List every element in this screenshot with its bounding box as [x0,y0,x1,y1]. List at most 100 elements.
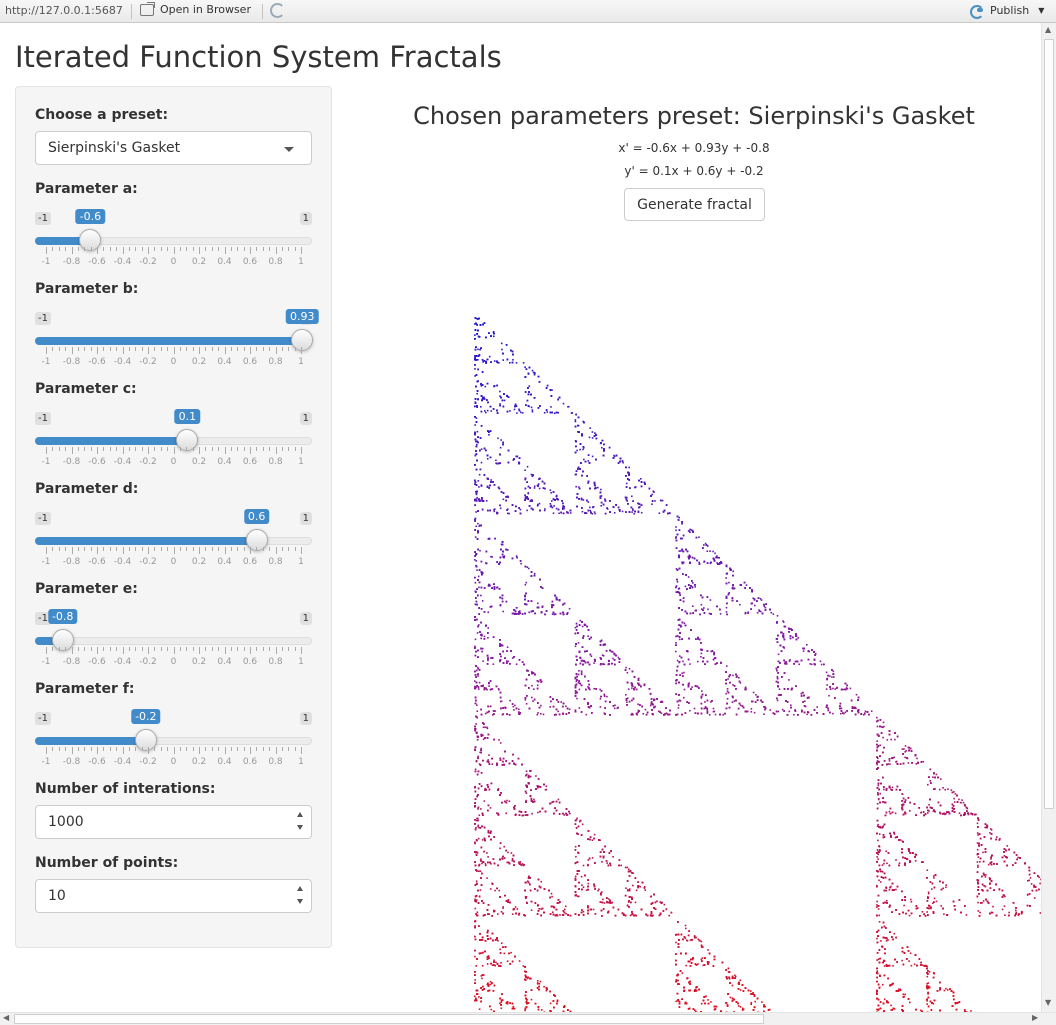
slider-tick [211,247,213,251]
slider-tick [109,447,111,451]
slider-tick [135,547,137,551]
parameter-slider[interactable]: -1 1 0.1 -1 -0.8 -0.6 -0.4 -0.2 0 0.2 0.4 0.6 0.8 1 [35,405,312,467]
parameter-slider[interactable]: -1 1 -0.8 -1 -0.8 -0.6 -0.4 -0.2 0 0.2 0.4 0.6 0.8 1 [35,605,312,667]
slider-tick [173,347,175,354]
slider-tick [179,747,181,751]
slider-tick [230,247,232,251]
slider-value-label: -0.2 [131,709,161,724]
slider-tick [288,247,290,251]
publish-button[interactable]: Publish ▼ [969,3,1044,19]
stepper-up-icon[interactable] [297,812,303,817]
slider-tick [154,447,156,451]
parameter-slider[interactable]: -1 1 -0.2 -1 -0.8 -0.6 -0.4 -0.2 0 0.2 0.4 0.6 0.8 1 [35,705,312,767]
slider-tick-label: -0.6 [88,657,106,667]
iterations-stepper[interactable] [297,812,305,834]
slider-min-label: -1 [35,312,51,325]
slider-tick [84,747,86,751]
stepper-down-icon[interactable] [297,825,303,830]
vertical-scroll-thumb[interactable] [1044,39,1054,809]
slider-tick [237,347,239,351]
slider-tick [199,647,200,654]
slider-tick [294,647,296,651]
open-in-browser-label: Open in Browser [160,3,251,16]
slider-tick [218,247,220,251]
slider-tick [71,247,73,254]
refresh-icon[interactable] [270,3,285,18]
points-stepper[interactable] [297,886,305,908]
slider-tick-label: -0.2 [139,557,157,567]
slider-tick-label: -1 [41,557,51,567]
slider-tick-label: -1 [41,757,51,767]
slider-tick [122,547,124,554]
stepper-up-icon[interactable] [297,886,303,891]
slider-tick [71,547,73,554]
slider-max-label: 1 [299,212,312,225]
slider-tick [148,447,149,454]
slider-tick [224,347,226,354]
slider-tick [97,447,98,454]
slider-tick-label: 0.6 [242,657,258,667]
slider-tick [281,447,283,451]
slider-tick [288,447,290,451]
preset-select[interactable]: Sierpinski's Gasket [35,131,312,165]
scroll-left-icon[interactable]: ◀ [3,1013,9,1022]
slider-tick [141,747,143,751]
slider-tick-label: 0.6 [242,557,258,567]
slider-tick [65,547,67,551]
iterations-value: 1000 [48,814,84,830]
slider-fill [35,737,146,745]
slider-tick [288,747,290,751]
slider-tick [243,247,245,251]
slider-tick [148,247,149,254]
slider-max-label: 1 [299,512,312,525]
equation-x: x' = -0.6x + 0.93y + -0.8 [618,141,770,155]
slider-tick [205,547,207,551]
slider-tick [148,647,149,654]
slider-track[interactable] [35,637,312,645]
generate-fractal-button[interactable]: Generate fractal [624,188,765,221]
parameter-slider[interactable]: -1 1 0.93 -1 -0.8 -0.6 -0.4 -0.2 0 0.2 0.4 0.6 0.8 1 [35,305,319,367]
slider-tick [84,647,86,651]
slider-tick-label: 0.6 [242,457,258,467]
slider-tick [167,247,169,251]
slider-tick [199,447,200,454]
slider-tick [52,447,54,451]
slider-tick [211,747,213,751]
slider-tick [243,747,245,751]
iterations-input[interactable]: 1000 [35,805,312,839]
scroll-right-icon[interactable]: ▶ [1032,1013,1038,1022]
slider-tick [288,547,290,551]
slider-tick-label: 0.8 [268,357,283,367]
slider-tick-label: -1 [41,257,51,267]
page-title: Iterated Function System Fractals [15,40,502,74]
slider-tick [224,647,226,654]
slider-tick [250,547,251,554]
slider-tick [192,347,194,351]
slider-tick [90,647,92,651]
slider-tick [199,547,200,554]
slider-tick [46,747,47,754]
parameter-slider[interactable]: -1 1 -0.6 -1 -0.8 -0.6 -0.4 -0.2 0 0.2 0.4 0.6 0.8 1 [35,205,312,267]
slider-tick [205,247,207,251]
slider-tick [218,547,220,551]
slider-tick [186,447,188,451]
scroll-down-icon[interactable]: ▼ [1045,998,1051,1007]
open-in-browser-button[interactable]: Open in Browser [140,1,251,16]
vertical-scrollbar[interactable]: ▲ ▼ [1041,23,1056,1013]
scroll-up-icon[interactable]: ▲ [1045,25,1051,34]
slider-tick [160,347,162,351]
slider-tick [90,447,92,451]
parameter-slider[interactable]: -1 1 0.6 -1 -0.8 -0.6 -0.4 -0.2 0 0.2 0.4 0.6 0.8 1 [35,505,312,567]
slider-ticks: -1 -0.8 -0.6 -0.4 -0.2 0 0.2 0.4 0.6 0.8 1 [35,247,312,267]
slider-tick [90,247,92,251]
slider-tick [71,747,73,754]
horizontal-scrollbar[interactable]: ◀ ▶ [0,1012,1056,1025]
points-input[interactable]: 10 [35,879,312,913]
slider-tick [84,347,86,351]
slider-tick [179,247,181,251]
slider-tick [275,447,277,454]
horizontal-scroll-thumb[interactable] [14,1014,764,1024]
slider-tick [199,747,200,754]
slider-tick [128,547,130,551]
stepper-down-icon[interactable] [297,899,303,904]
